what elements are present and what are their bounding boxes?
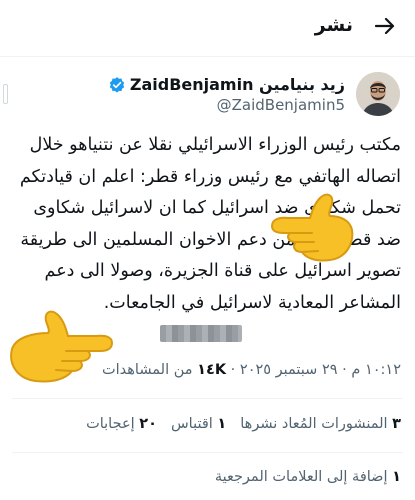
quotes-count: ١ bbox=[217, 416, 227, 432]
arrow-right-icon bbox=[374, 17, 395, 35]
pointing-hand-left-emoji-icon bbox=[268, 186, 356, 268]
divider bbox=[12, 452, 403, 453]
tweet-timestamp[interactable]: ١٠:١٢ م · ٢٩ سبتمبر ٢٠٢٥ · bbox=[226, 362, 401, 378]
divider bbox=[12, 398, 403, 399]
verified-badge-icon bbox=[108, 76, 126, 94]
avatar[interactable] bbox=[356, 72, 400, 116]
reposts-label: المنشورات المُعاد نشرها bbox=[240, 416, 393, 432]
tweet-meta: ١٠:١٢ م · ٢٩ سبتمبر ٢٠٢٥ · ١٤K من المشاه… bbox=[102, 362, 401, 378]
bookmarks-label: إضافة إلى العلامات المرجعية bbox=[214, 469, 393, 485]
views-label: من المشاهدات bbox=[101, 362, 198, 378]
author-handle[interactable]: @ZaidBenjamin5 bbox=[217, 96, 345, 114]
back-arrow-button[interactable] bbox=[371, 12, 399, 40]
views-count: ١٤K bbox=[197, 362, 227, 378]
scroll-indicator bbox=[3, 84, 8, 104]
quotes-label: اقتباس bbox=[170, 416, 218, 432]
blurred-overlay bbox=[160, 325, 242, 342]
author-display-name[interactable]: زيد بنيامين ZaidBenjamin bbox=[130, 75, 345, 94]
pointing-hand-right-emoji-icon bbox=[4, 305, 116, 389]
likes-label: إعجابات bbox=[86, 416, 140, 432]
reposts-stat[interactable]: ٣ المنشورات المُعاد نشرها bbox=[240, 416, 401, 432]
page-title: نشر bbox=[314, 14, 353, 36]
author-name-row[interactable]: زيد بنيامين ZaidBenjamin bbox=[108, 75, 345, 94]
top-bar: نشر bbox=[0, 0, 415, 57]
likes-stat[interactable]: ٢٠ إعجابات bbox=[86, 416, 157, 432]
tweet-line: مكتب رئيس الوزراء الاسرائيلي نقلا عن نتن… bbox=[29, 135, 401, 155]
quotes-stat[interactable]: ١ اقتباس bbox=[171, 416, 226, 432]
bookmarks-stat[interactable]: ١ إضافة إلى العلامات المرجعية bbox=[215, 469, 401, 485]
bookmarks-count: ١ bbox=[392, 469, 401, 485]
reposts-count: ٣ bbox=[392, 416, 401, 432]
likes-count: ٢٠ bbox=[139, 416, 157, 432]
engagement-stats: ٣ المنشورات المُعاد نشرها ١ اقتباس ٢٠ إع… bbox=[86, 416, 401, 432]
